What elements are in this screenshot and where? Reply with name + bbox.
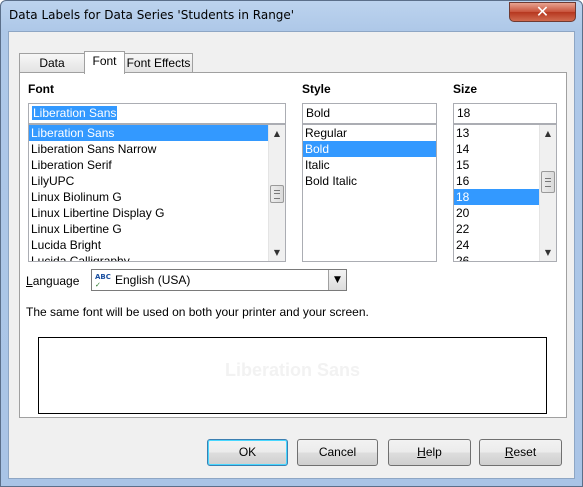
dialog-window: Data Labels for Data Series 'Students in… bbox=[0, 0, 583, 487]
printer-screen-note: The same font will be used on both your … bbox=[26, 305, 369, 319]
font-list-item[interactable]: Linux Biolinum G bbox=[29, 189, 285, 205]
help-rest: elp bbox=[425, 445, 442, 459]
spellcheck-flag-icon: ABC ✓ bbox=[95, 273, 111, 289]
font-name-value: Liberation Sans bbox=[32, 106, 118, 120]
style-list-item[interactable]: Regular bbox=[303, 125, 436, 141]
tab-data-labels[interactable]: Data Labels bbox=[19, 53, 85, 88]
tab-font[interactable]: Font bbox=[84, 51, 125, 74]
scroll-thumb[interactable] bbox=[270, 185, 284, 203]
help-accel: H bbox=[417, 445, 426, 459]
title-bar[interactable]: Data Labels for Data Series 'Students in… bbox=[1, 1, 582, 31]
style-list-item[interactable]: Bold Italic bbox=[303, 173, 436, 189]
window-title: Data Labels for Data Series 'Students in… bbox=[9, 8, 295, 22]
cancel-button[interactable]: Cancel bbox=[297, 439, 378, 466]
font-name-input[interactable]: Liberation Sans bbox=[28, 103, 286, 124]
chevron-down-icon[interactable]: ▼ bbox=[328, 270, 346, 290]
help-button[interactable]: Help bbox=[388, 439, 471, 466]
style-list[interactable]: Regular Bold Italic Bold Italic bbox=[302, 124, 437, 262]
ok-button[interactable]: OK bbox=[207, 439, 288, 466]
reset-button[interactable]: Reset bbox=[479, 439, 562, 466]
font-label: Font bbox=[28, 82, 54, 96]
close-icon: ✕ bbox=[535, 2, 550, 21]
font-preview: Liberation Sans bbox=[38, 337, 547, 414]
size-list-scrollbar[interactable]: ▲ ▼ bbox=[539, 125, 556, 261]
font-list-item[interactable]: Liberation Sans bbox=[29, 125, 285, 141]
scroll-up-icon[interactable]: ▲ bbox=[269, 125, 285, 142]
language-label: Language bbox=[26, 274, 79, 288]
font-list-item[interactable]: Lucida Calligraphy bbox=[29, 253, 285, 261]
font-list-scrollbar[interactable]: ▲ ▼ bbox=[268, 125, 285, 261]
size-list-item[interactable]: 18 bbox=[454, 189, 539, 205]
scroll-down-icon[interactable]: ▼ bbox=[269, 244, 285, 261]
reset-rest: eset bbox=[513, 445, 537, 459]
preview-text: Liberation Sans bbox=[224, 360, 361, 380]
style-list-item[interactable]: Bold bbox=[303, 141, 436, 157]
style-label: Style bbox=[302, 82, 331, 96]
font-list-item[interactable]: Linux Libertine G bbox=[29, 221, 285, 237]
font-list-item[interactable]: LilyUPC bbox=[29, 173, 285, 189]
font-list-item[interactable]: Liberation Sans Narrow bbox=[29, 141, 285, 157]
scroll-down-icon[interactable]: ▼ bbox=[540, 244, 556, 261]
font-list[interactable]: Liberation Sans Liberation Sans Narrow L… bbox=[28, 124, 286, 262]
language-label-accel: L bbox=[26, 274, 33, 288]
close-button[interactable]: ✕ bbox=[509, 2, 576, 22]
language-label-rest: anguage bbox=[32, 274, 80, 288]
size-label: Size bbox=[453, 82, 478, 96]
spellcheck-flag-text: ABC bbox=[95, 273, 111, 281]
font-list-item[interactable]: Linux Libertine Display G bbox=[29, 205, 285, 221]
size-input[interactable]: 18 bbox=[453, 103, 557, 124]
scroll-up-icon[interactable]: ▲ bbox=[540, 125, 556, 142]
size-list[interactable]: 13 14 15 16 18 20 22 24 26 ▲ ▼ bbox=[453, 124, 557, 262]
font-list-item[interactable]: Liberation Serif bbox=[29, 157, 285, 173]
language-select[interactable]: ABC ✓ English (USA) ▼ bbox=[91, 269, 347, 291]
font-list-item[interactable]: Lucida Bright bbox=[29, 237, 285, 253]
scroll-thumb[interactable] bbox=[541, 171, 555, 193]
tab-font-effects[interactable]: Font Effects bbox=[124, 53, 193, 72]
style-list-item[interactable]: Italic bbox=[303, 157, 436, 173]
style-input[interactable]: Bold bbox=[302, 103, 437, 124]
language-value: English (USA) bbox=[115, 273, 191, 287]
